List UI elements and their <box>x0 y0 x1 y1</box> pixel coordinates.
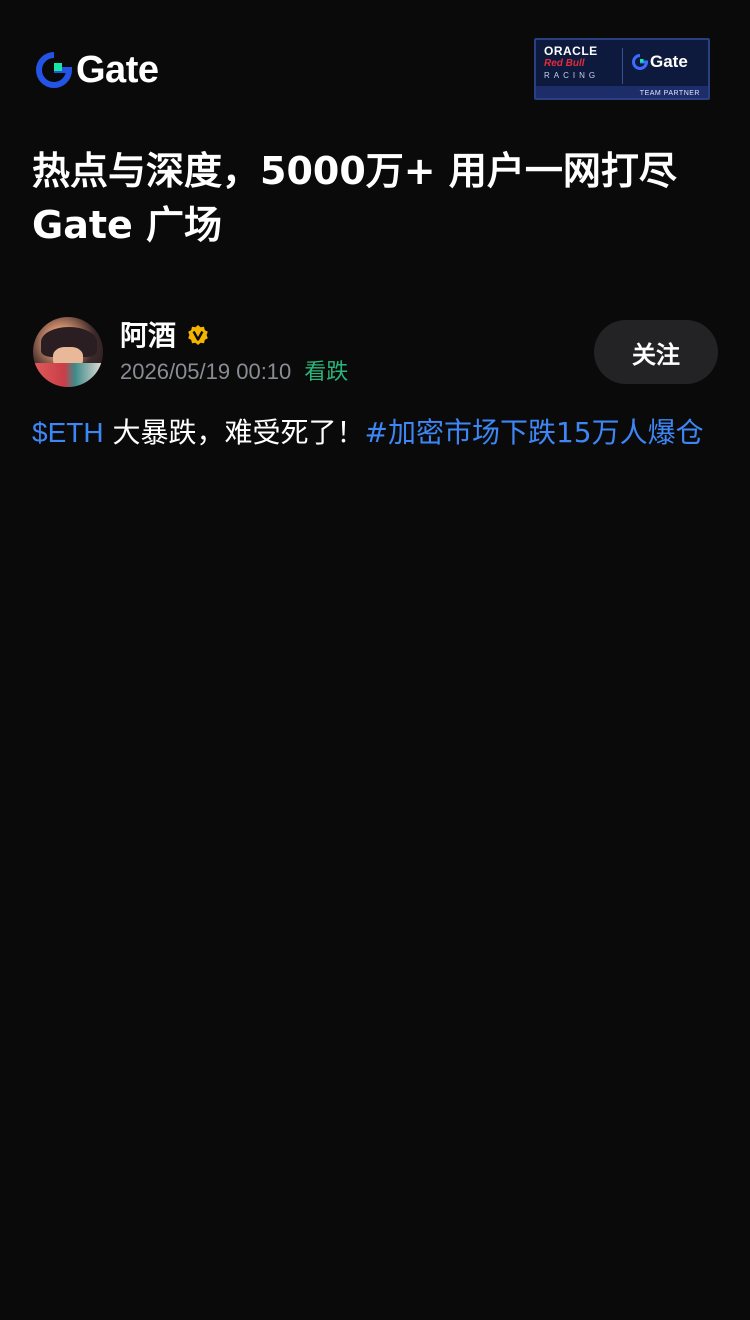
partner-band: TEAM PARTNER <box>536 86 708 98</box>
headline-line-1: 热点与深度，5000万+ 用户一网打尽 <box>32 149 677 193</box>
ticker-link[interactable]: $ETH <box>32 417 104 448</box>
post-meta: 2026/05/19 00:10 看跌 <box>120 358 348 387</box>
gate-logo-icon <box>36 52 72 88</box>
post-text: 大暴跌，难受死了！ <box>103 416 365 449</box>
sentiment-tag: 看跌 <box>304 360 349 385</box>
partner-divider <box>622 48 623 84</box>
author-info: 阿酒 <box>120 316 210 356</box>
author-avatar[interactable] <box>33 317 103 387</box>
hashtag-link[interactable]: #加密市场下跌15万人爆仓 <box>364 416 703 449</box>
post-timestamp: 2026/05/19 00:10 <box>120 359 292 384</box>
partner-gate-logo: Gate <box>632 52 688 72</box>
author-name[interactable]: 阿酒 <box>120 318 176 354</box>
post-content: $ETH 大暴跌，难受死了！#加密市场下跌15万人爆仓 <box>32 410 722 456</box>
verified-badge-icon <box>188 325 208 345</box>
page-headline: 热点与深度，5000万+ 用户一网打尽 Gate 广场 <box>32 144 722 252</box>
logo-text: Gate <box>76 49 159 91</box>
app-header: Gate ORACLE Red Bull RACING Gate TEAM PA… <box>0 0 750 130</box>
oracle-redbull-logo: ORACLE Red Bull RACING <box>544 44 600 81</box>
team-partner-badge: ORACLE Red Bull RACING Gate TEAM PARTNER <box>534 38 710 100</box>
headline-line-2: Gate 广场 <box>32 203 223 247</box>
gate-logo[interactable]: Gate <box>36 49 159 91</box>
gate-mini-icon <box>632 54 648 70</box>
follow-button[interactable]: 关注 <box>594 320 718 384</box>
